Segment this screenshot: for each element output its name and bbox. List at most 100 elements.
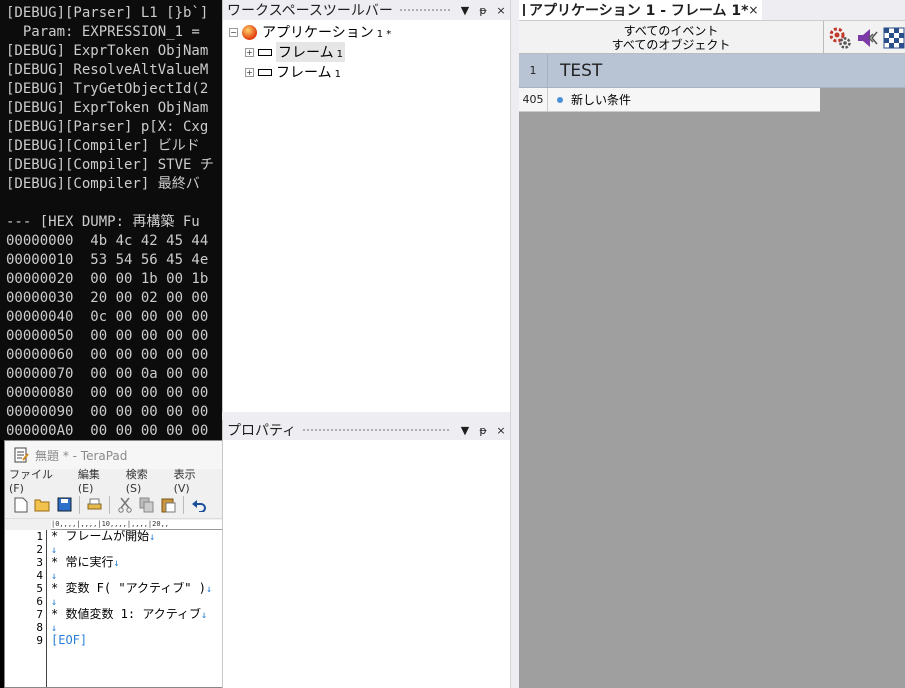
workspace-toolbar-panel: ワークスペースツールバー ▼ ᵽ × − アプリケーション 1 * + フレーム 1… xyxy=(222,0,510,412)
return-mark-icon: ↓ xyxy=(51,571,58,582)
print-icon xyxy=(87,498,102,510)
copy-icon xyxy=(139,497,154,512)
panel-pin-button[interactable]: ᵽ xyxy=(474,424,492,437)
sound-object[interactable] xyxy=(855,26,879,50)
panel-dropdown-button[interactable]: ▼ xyxy=(456,4,474,17)
event-line-number: 1 xyxy=(519,53,548,88)
text-content[interactable]: * フレームが開始↓ ↓ * 常に実行↓ ↓ * 変数 F( "アクティブ" )↓ ↓ * … xyxy=(51,530,222,647)
new-file-button[interactable] xyxy=(11,495,30,514)
console-line: [DEBUG][Parser] p[X: Cxg xyxy=(6,119,209,135)
panel-dropdown-button[interactable]: ▼ xyxy=(456,424,474,437)
expand-toggle[interactable]: + xyxy=(245,67,254,77)
text-line: * 数値変数 1: アクティブ↓ xyxy=(51,608,222,621)
terapad-app-icon xyxy=(14,447,29,463)
menu-search[interactable]: 検索(S) xyxy=(126,466,163,495)
event-line-number: 405 xyxy=(519,87,548,112)
console-line: 00000050 00 00 00 00 00 xyxy=(6,328,209,344)
workspace-panel-header: ワークスペースツールバー ▼ ᵽ × xyxy=(223,0,510,20)
text-area[interactable]: 123456789 * フレームが開始↓ ↓ * 常に実行↓ ↓ * 変数 F( "アク… xyxy=(5,530,222,687)
console-line: [DEBUG] ExprToken ObjNam xyxy=(6,100,209,116)
line-text: * 数値変数 1: アクティブ xyxy=(51,608,202,621)
undo-icon xyxy=(191,499,206,512)
print-button[interactable] xyxy=(85,495,104,514)
line-number: 1 xyxy=(36,530,43,543)
tree-node-frame[interactable]: + フレーム 1 xyxy=(229,42,510,62)
terapad-title: 無題 * - TeraPad xyxy=(35,448,128,463)
line-text: * 変数 F( "アクティブ" ) xyxy=(51,582,206,595)
panel-grip[interactable] xyxy=(398,7,450,13)
tree-node-frame[interactable]: + フレーム 1 xyxy=(229,62,510,82)
save-button[interactable] xyxy=(55,495,74,514)
expand-toggle[interactable]: + xyxy=(245,47,254,57)
properties-panel-header: プロパティ ▼ ᵽ × xyxy=(223,420,510,440)
panel-close-button[interactable]: × xyxy=(492,4,510,17)
save-icon xyxy=(57,497,72,512)
console-line: [DEBUG] ResolveAltValueM xyxy=(6,62,209,78)
editor-tab[interactable]: アプリケーション 1 - フレーム 1* × xyxy=(519,0,762,20)
console-line: [DEBUG][Compiler] 最終バ xyxy=(6,176,200,192)
toolbar-separator xyxy=(109,495,110,514)
toolbar-separator xyxy=(79,495,80,514)
console-line: 00000060 00 00 00 00 00 xyxy=(6,347,209,363)
console-line: 00000030 20 00 02 00 00 xyxy=(6,290,209,306)
panel-pin-button[interactable]: ᵽ xyxy=(474,4,492,17)
return-mark-icon: ↓ xyxy=(51,623,58,634)
new-file-icon xyxy=(14,497,27,512)
console-line: [DEBUG] TryGetObjectId(2 xyxy=(6,81,209,97)
toolbar-separator xyxy=(183,495,184,514)
text-line: ↓ xyxy=(51,621,222,634)
line-text: * フレームが開始 xyxy=(51,530,150,543)
console-line: [DEBUG] ExprToken ObjNam xyxy=(6,43,209,59)
special-conditions-object[interactable] xyxy=(828,26,852,50)
menu-view[interactable]: 表示(V) xyxy=(174,466,211,495)
terapad-toolbar xyxy=(5,491,222,519)
new-condition-row[interactable]: 405 新しい条件 xyxy=(519,87,820,112)
tree-node-label: フレーム 1 xyxy=(276,42,345,62)
console-line: 00000010 53 54 56 45 4e xyxy=(6,252,209,268)
undo-button[interactable] xyxy=(189,495,208,514)
return-mark-icon: ↓ xyxy=(51,545,58,556)
tree-node-application[interactable]: − アプリケーション 1 * xyxy=(229,22,510,42)
return-mark-icon: ↓ xyxy=(149,532,156,543)
horizontal-splitter[interactable] xyxy=(222,412,510,420)
event-filter-header[interactable]: すべてのイベント すべてのオブジェクト xyxy=(519,24,823,52)
line-number: 3 xyxy=(36,556,43,569)
text-line: * フレームが開始↓ xyxy=(51,530,222,543)
text-line: ↓ xyxy=(51,595,222,608)
tree-node-label: フレーム 1 xyxy=(276,65,341,81)
editor-header: すべてのイベント すべてのオブジェクト xyxy=(519,20,905,54)
panel-close-button[interactable]: × xyxy=(492,424,510,437)
event-grid-icon xyxy=(523,4,525,16)
menu-file[interactable]: ファイル(F) xyxy=(9,466,67,495)
console-line: 00000020 00 00 1b 00 1b xyxy=(6,271,209,287)
terapad-window: 無題 * - TeraPad ファイル(F) 編集(E) 検索(S) 表示(V) xyxy=(4,440,222,688)
copy-button[interactable] xyxy=(137,495,156,514)
line-number: 7 xyxy=(36,608,43,621)
console-line: [DEBUG][Parser] L1 [}b`] xyxy=(6,5,217,21)
console-line: Param: EXPRESSION_1 = xyxy=(6,24,209,40)
console-line: [DEBUG][Compiler] ビルド xyxy=(6,138,200,154)
line-number: 6 xyxy=(36,595,43,608)
event-group-row[interactable]: 1 TEST xyxy=(519,53,905,88)
line-number: 9 xyxy=(36,634,43,647)
application-icon xyxy=(242,24,257,40)
paste-button[interactable] xyxy=(159,495,178,514)
object-icons-bar xyxy=(823,21,905,54)
workspace-panel-title: ワークスペースツールバー xyxy=(227,3,393,19)
vertical-splitter[interactable] xyxy=(510,0,519,688)
collapse-toggle[interactable]: − xyxy=(229,27,238,37)
console-line: 00000080 00 00 00 00 00 xyxy=(6,385,209,401)
workspace-tree: − アプリケーション 1 * + フレーム 1 + フレーム 1 xyxy=(223,20,510,82)
terapad-menu-bar: ファイル(F) 編集(E) 検索(S) 表示(V) xyxy=(5,468,222,495)
tab-close-button[interactable]: × xyxy=(748,3,758,17)
line-text: * 常に実行 xyxy=(51,556,114,569)
panel-grip[interactable] xyxy=(302,427,450,433)
open-file-button[interactable] xyxy=(33,495,52,514)
menu-edit[interactable]: 編集(E) xyxy=(78,466,115,495)
line-number: 2 xyxy=(36,543,43,556)
bullet-icon xyxy=(557,96,563,103)
storyboard-object[interactable] xyxy=(882,26,905,50)
frame-icon xyxy=(258,68,272,76)
cut-button[interactable] xyxy=(115,495,134,514)
line-number: 4 xyxy=(36,569,43,582)
